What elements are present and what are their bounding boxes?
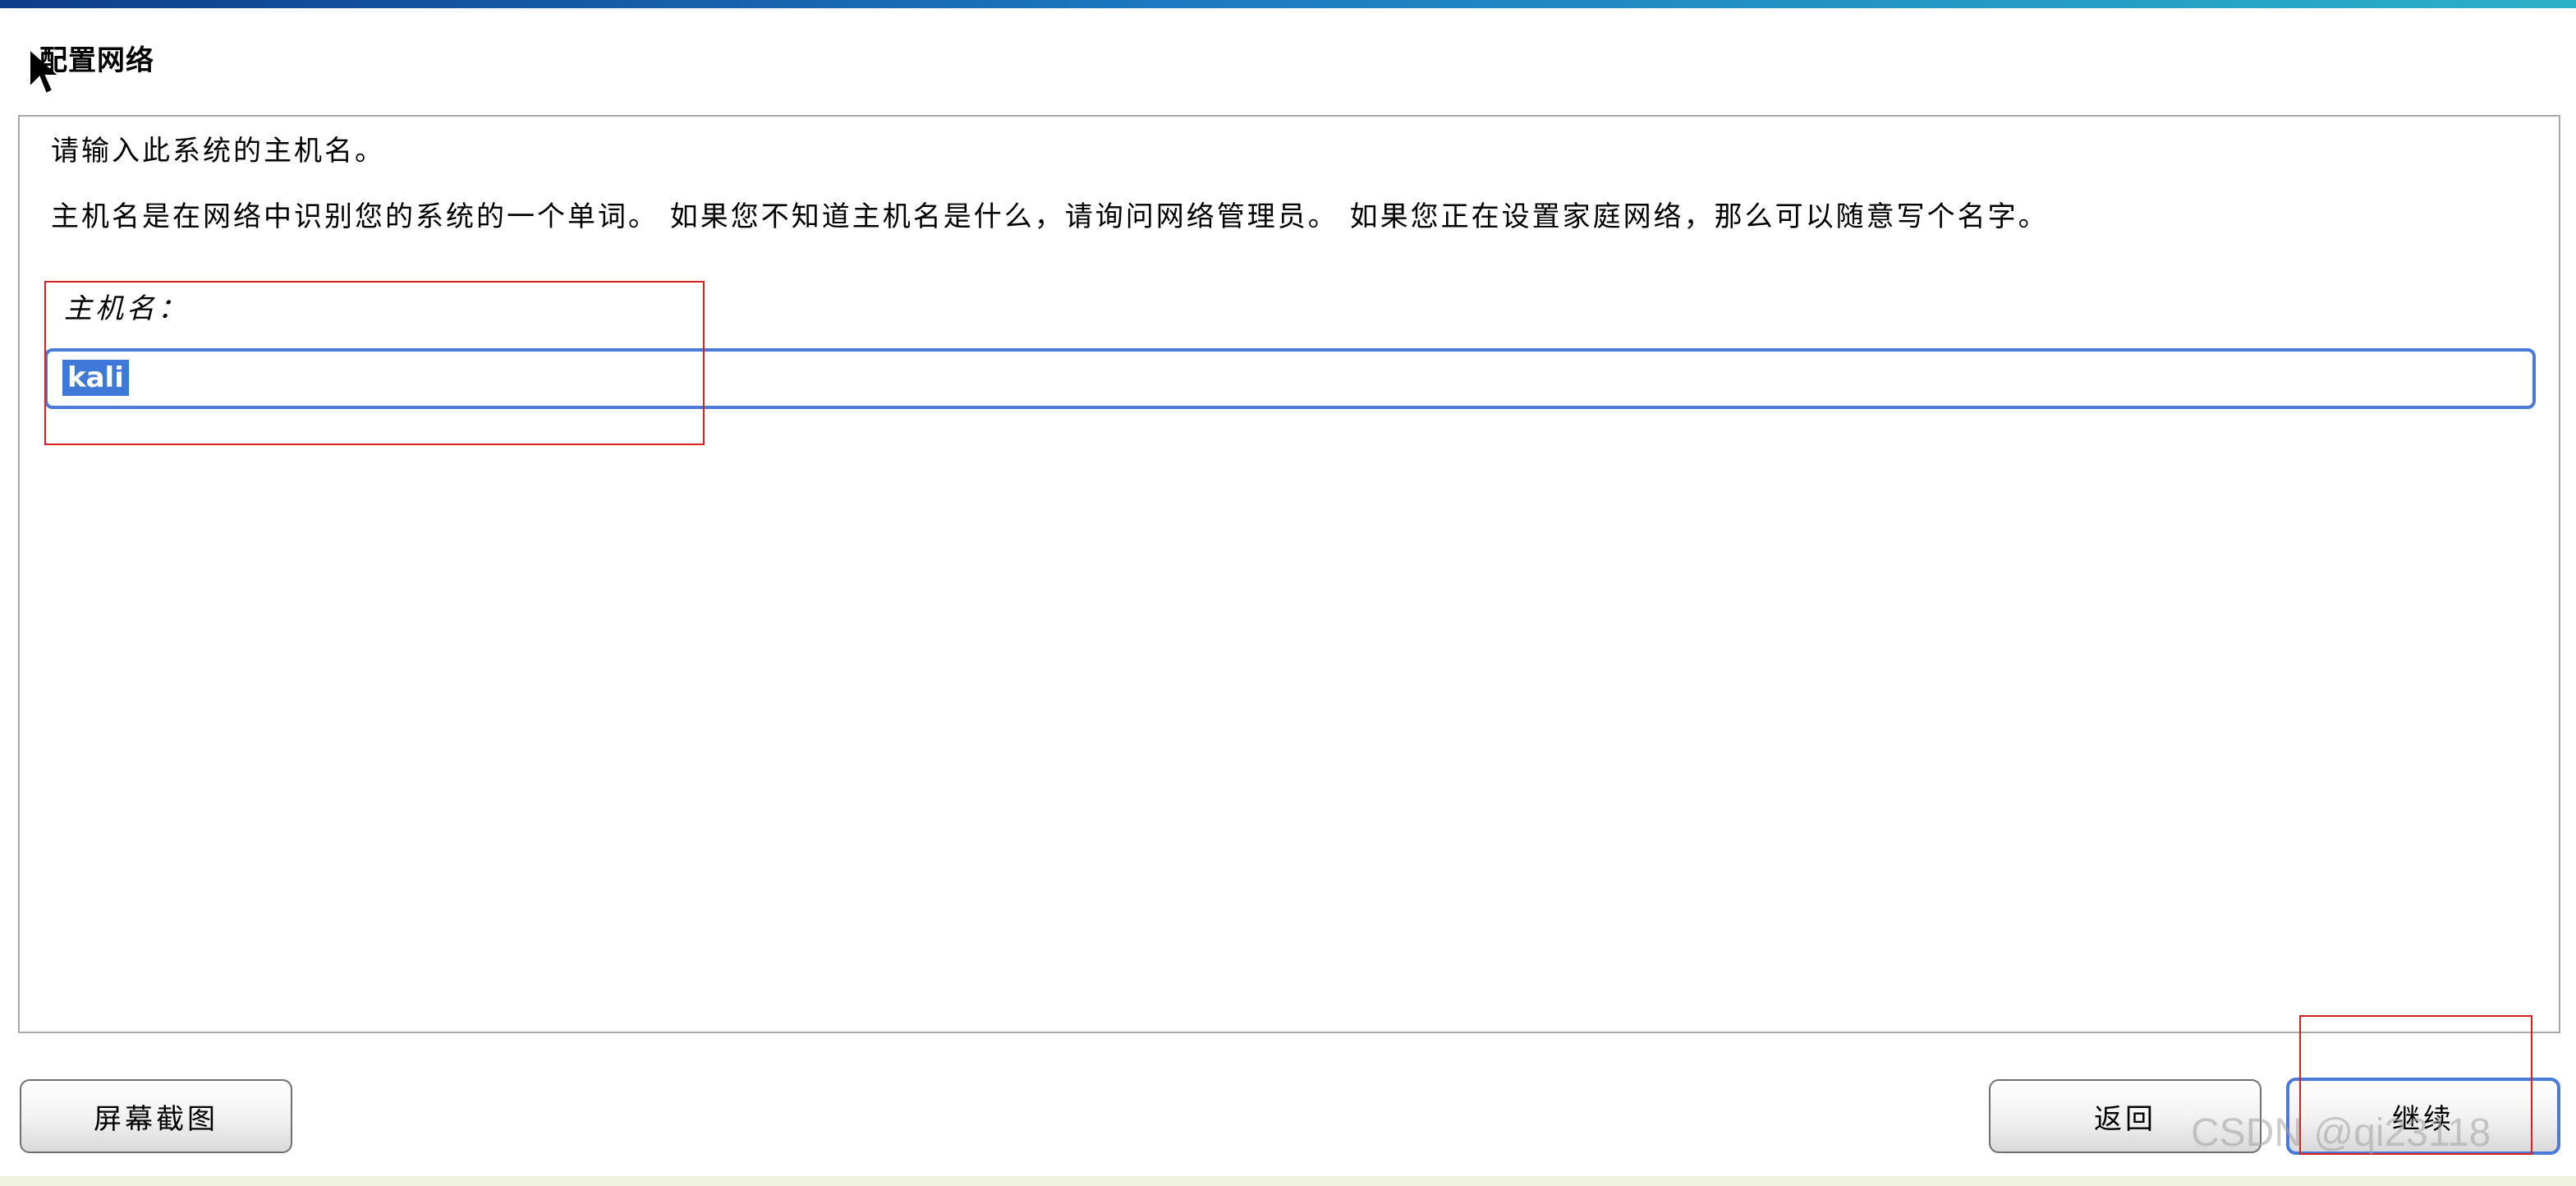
screenshot-button[interactable]: 屏幕截图 (20, 1079, 292, 1153)
content-panel (18, 115, 2560, 1033)
annotation-box-hostname (44, 281, 705, 445)
hostname-prompt: 请输入此系统的主机名。 (51, 135, 385, 168)
installer-window: 配置网络 请输入此系统的主机名。 主机名是在网络中识别您的系统的一个单词。 如果… (0, 0, 2576, 1186)
top-banner-bar (0, 0, 2576, 8)
page-title: 配置网络 (39, 44, 154, 77)
watermark: CSDN @qi23118 (2191, 1111, 2491, 1155)
hostname-description: 主机名是在网络中识别您的系统的一个单词。 如果您不知道主机名是什么，请询问网络管… (51, 200, 2049, 233)
bottom-status-strip (0, 1176, 2576, 1186)
